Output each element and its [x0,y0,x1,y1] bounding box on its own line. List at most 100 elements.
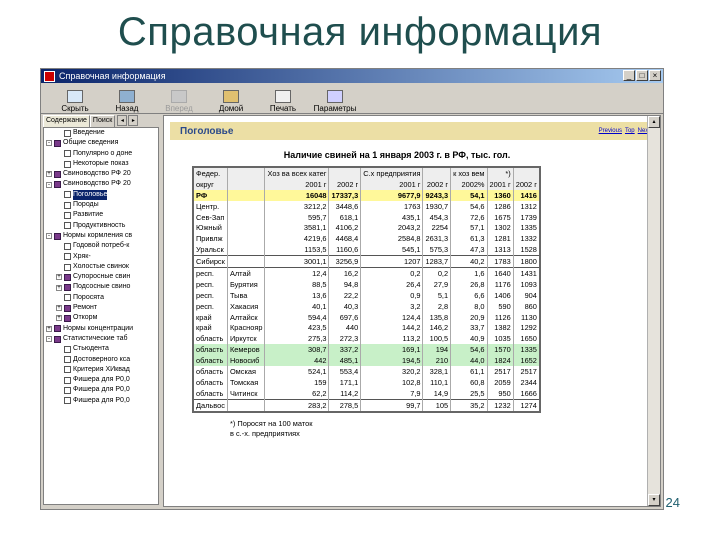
value-cell: 1528 [512,244,540,256]
tree-item[interactable]: Популярно о доне [44,149,158,159]
book-icon [64,314,71,322]
collapse-icon[interactable]: - [46,233,52,240]
tab-contents[interactable]: Содержание [43,115,90,127]
page-icon [64,263,71,271]
book-icon [54,170,61,178]
region-cell: Краснояр [226,322,265,334]
value-cell: 275,3 [264,333,329,345]
pig-stock-table: Федер. Хоз ва всех катег С.х предприятия к … [192,166,541,413]
tree-item[interactable]: - Статистические таб [44,334,158,344]
value-cell: 4468,4 [328,233,361,245]
value-cell: 40,9 [450,333,487,345]
collapse-icon[interactable]: - [46,336,52,343]
tree-item[interactable]: Критерия ХИквад [44,365,158,375]
header-cell [512,167,540,179]
tree-item-label: Достоверного кса [73,355,131,363]
value-cell: 61,1 [450,366,487,377]
region-cell: область [192,387,228,400]
table-row: Южный 3581,1 4106,2 2043,2 2254 57,1 1302 1335 [192,222,540,234]
forward-button[interactable]: Вперед [153,90,205,113]
value-cell: 278,5 [328,398,361,412]
hide-button[interactable]: Скрыть [49,90,101,113]
page-icon [64,222,71,230]
tree-item[interactable]: Поголовье [44,189,158,201]
tab-scroll-left-icon[interactable]: ◂ [117,115,128,126]
tree-item[interactable]: Фишера для Р0,0 [44,385,158,395]
value-cell: 442 [264,355,329,367]
value-cell: 26,4 [360,278,423,290]
expand-icon[interactable]: + [46,325,52,332]
page-icon [64,201,71,209]
tree-item[interactable]: Достоверного кса [44,355,158,365]
value-cell: 40,1 [264,300,329,312]
value-cell: 3212,2 [264,200,329,212]
tree-item-label: Хряк- [73,252,91,260]
window-titlebar[interactable]: Справочная информация _ □ × [41,69,663,83]
tree-item-label: Фишера для Р0,0 [73,376,130,384]
region-cell: Читинск [226,387,265,400]
expand-icon[interactable]: + [56,315,62,322]
maximize-button[interactable]: □ [636,70,648,81]
window-title: Справочная информация [59,71,166,81]
scroll-down-icon[interactable]: ▾ [648,494,660,506]
tree-item[interactable]: Продуктивность [44,221,158,231]
back-button[interactable]: Назад [101,90,153,113]
tree-item[interactable]: - Свиноводство РФ 20 [44,179,158,189]
home-button[interactable]: Домой [205,90,257,113]
close-button[interactable]: × [649,70,661,81]
region-cell: область [192,333,228,345]
value-cell: 27,9 [422,278,451,290]
tree-item[interactable]: - Нормы кормления св [44,231,158,241]
page-icon [64,253,71,261]
value-cell: 100,5 [422,333,451,345]
tree-item[interactable]: + Ремонт [44,303,158,313]
expand-icon[interactable]: + [56,274,62,281]
expand-icon[interactable]: + [46,171,52,178]
table-row: респ. Тыва 13,6 22,2 0,9 5,1 6,6 1406 904 [192,289,540,301]
value-cell: 169,1 [360,344,423,356]
tree-item[interactable]: Стьюдента [44,344,158,354]
tree-item[interactable]: + Откорм [44,313,158,323]
topic-pane: Поголовье Previous Top Next Наличие свин… [163,115,661,507]
tree-item[interactable]: Некоторые показ [44,159,158,169]
header-cell [328,167,361,179]
tree-item-label: Откорм [73,314,98,322]
tree-item[interactable]: Хряк- [44,252,158,262]
region-cell: РФ [192,189,228,201]
value-cell: 485,1 [328,355,361,367]
vertical-scrollbar[interactable]: ▴ ▾ [647,116,660,506]
tree-item[interactable]: Введение [44,128,158,138]
tree-item[interactable]: Породы [44,200,158,210]
collapse-icon[interactable]: - [46,140,52,147]
region-cell: Томская [226,376,265,388]
tree-item[interactable]: Фишера для Р0,0 [44,396,158,406]
tree-item[interactable]: Холостые свинок [44,262,158,272]
table-caption: Наличие свиней на 1 января 2003 г. в РФ,… [283,150,511,160]
top-link[interactable]: Top [625,128,635,134]
previous-link[interactable]: Previous [599,128,622,134]
tab-scroll-right-icon[interactable]: ▸ [128,115,139,126]
value-cell: 22,2 [328,289,361,301]
tree-item[interactable]: Развитие [44,210,158,220]
print-button[interactable]: Печать [257,90,309,113]
tree-item-label: Нормы концентрации [63,324,134,332]
tree-item[interactable]: + Нормы концентрации [44,324,158,334]
options-button[interactable]: Параметры [309,90,361,113]
contents-tree: Введение - Общие сведения Популярно о доне Н… [43,127,159,505]
tree-item[interactable]: + Супоросные свин [44,272,158,282]
scroll-up-icon[interactable]: ▴ [648,116,660,128]
tree-item[interactable]: + Свиноводство РФ 20 [44,169,158,179]
minimize-button[interactable]: _ [623,70,635,81]
region-cell: Южный [192,222,228,234]
region-cell: Сибирск [192,255,228,268]
tree-item[interactable]: + Подсосные свино [44,282,158,292]
tree-item[interactable]: Годовой потреб-к [44,241,158,251]
expand-icon[interactable]: + [56,284,62,291]
tree-item[interactable]: Фишера для Р0,0 [44,375,158,385]
value-cell: 40,2 [450,255,487,268]
expand-icon[interactable]: + [56,305,62,312]
tree-item[interactable]: - Общие сведения [44,138,158,148]
collapse-icon[interactable]: - [46,181,52,188]
tab-search[interactable]: Поиск [89,115,116,127]
tree-item[interactable]: Поросята [44,293,158,303]
